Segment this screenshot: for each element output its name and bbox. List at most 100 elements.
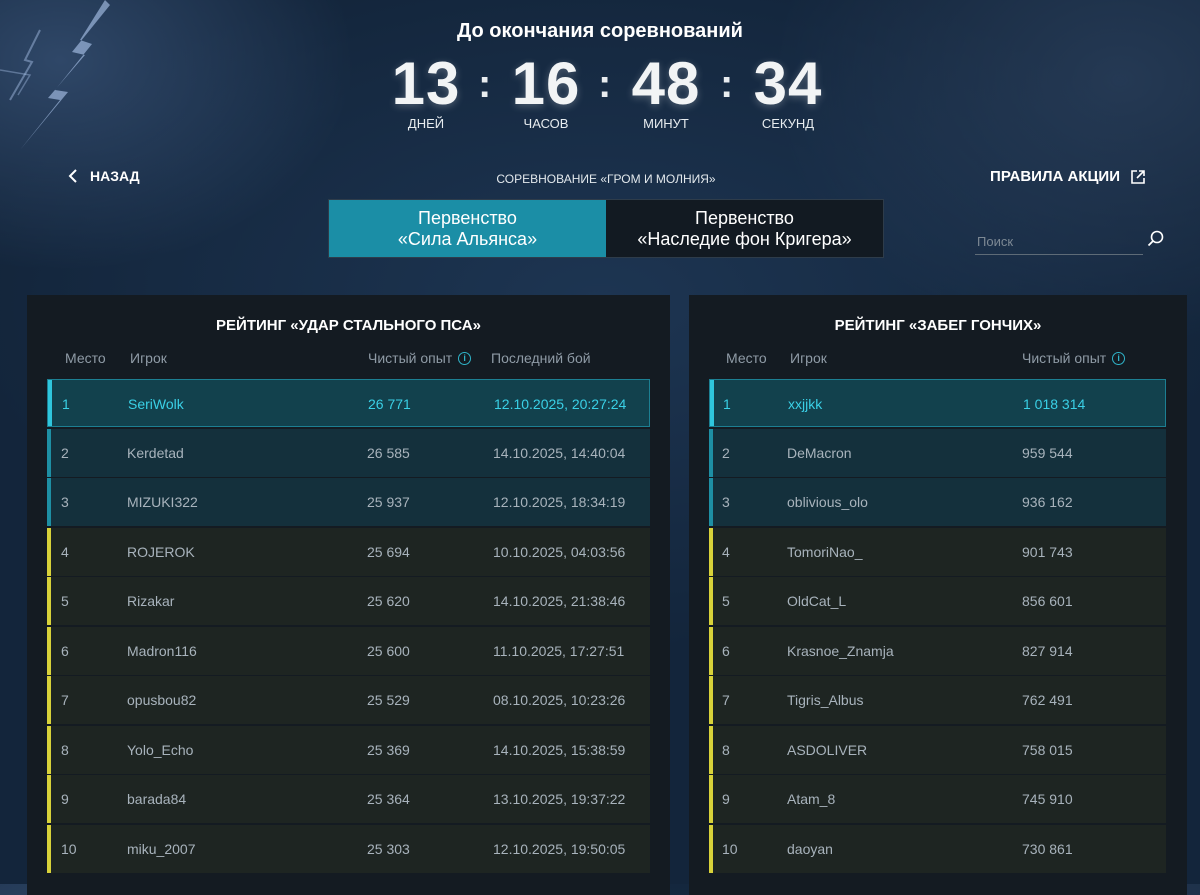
player-cell: DeMacron <box>787 444 852 461</box>
tab-line2: «Наследие фон Кригера» <box>637 228 852 249</box>
table-row[interactable]: 9 Atam_8 745 910 <box>709 775 1166 823</box>
minutes-value: 48 <box>631 50 701 117</box>
place-cell: 2 <box>722 444 730 461</box>
countdown-seconds: 34 СЕКУНД <box>742 52 834 132</box>
player-cell: daoyan <box>787 840 833 857</box>
tab-alliance-strength[interactable]: Первенство «Сила Альянса» <box>329 200 606 257</box>
xp-cell: 25 937 <box>367 494 410 510</box>
table-row[interactable]: 4 TomoriNao_ 901 743 <box>709 527 1166 576</box>
rank-indicator <box>47 577 51 625</box>
xp-cell: 758 015 <box>1022 741 1073 758</box>
xp-cell: 26 771 <box>368 396 411 412</box>
table-row[interactable]: 6 Krasnoe_Znamja 827 914 <box>709 626 1166 675</box>
header-last-battle: Последний бой <box>491 350 591 366</box>
place-cell: 6 <box>61 642 69 659</box>
countdown-minutes: 48 МИНУТ <box>620 50 712 132</box>
last-battle-cell: 14.10.2025, 14:40:04 <box>493 444 626 461</box>
player-cell: xxjjkk <box>788 396 823 412</box>
header-xp: Чистый опыт i <box>1022 350 1126 366</box>
place-cell: 7 <box>722 692 730 708</box>
time-separator: : <box>478 62 492 106</box>
tab-line1: Первенство <box>418 207 517 228</box>
rules-link[interactable]: ПРАВИЛА АКЦИИ <box>990 168 1146 185</box>
place-cell: 9 <box>61 791 69 807</box>
last-battle-cell: 12.10.2025, 20:27:24 <box>494 396 627 412</box>
rank-indicator <box>709 478 713 526</box>
rank-indicator <box>47 478 51 526</box>
seconds-label: СЕКУНД <box>761 116 815 131</box>
rank-indicator <box>709 577 713 625</box>
rank-indicator <box>48 380 52 426</box>
place-cell: 8 <box>722 741 730 758</box>
table-row[interactable]: 6 Madron116 25 600 11.10.2025, 17:27:51 <box>47 626 650 675</box>
place-cell: 10 <box>61 840 77 857</box>
header-place: Место <box>65 350 106 366</box>
xp-cell: 745 910 <box>1022 791 1073 807</box>
table-row[interactable]: 2 DeMacron 959 544 <box>709 428 1166 477</box>
table-row[interactable]: 10 daoyan 730 861 <box>709 824 1166 873</box>
table-row[interactable]: 8 ASDOLIVER 758 015 <box>709 725 1166 774</box>
hours-label: ЧАСОВ <box>523 116 569 131</box>
xp-cell: 959 544 <box>1022 444 1073 461</box>
header-xp: Чистый опыт i <box>368 350 472 366</box>
table-row[interactable]: 5 OldCat_L 856 601 <box>709 577 1166 625</box>
rank-indicator <box>47 725 51 774</box>
rank-indicator <box>47 527 51 576</box>
xp-cell: 25 303 <box>367 840 410 857</box>
place-cell: 1 <box>62 396 70 412</box>
xp-cell: 25 620 <box>367 593 410 609</box>
external-link-icon <box>1131 169 1145 184</box>
search-icon[interactable] <box>1147 230 1165 248</box>
table-row[interactable]: 3 oblivious_olo 936 162 <box>709 478 1166 526</box>
place-cell: 4 <box>722 543 730 560</box>
info-icon[interactable]: i <box>1112 351 1126 365</box>
days-label: ДНЕЙ <box>407 116 445 131</box>
info-icon[interactable]: i <box>458 351 472 365</box>
xp-cell: 26 585 <box>367 444 410 461</box>
xp-cell: 762 491 <box>1022 692 1073 708</box>
table-row[interactable]: 7 opusbou82 25 529 08.10.2025, 10:23:26 <box>47 676 650 724</box>
time-separator: : <box>720 62 734 106</box>
table-row[interactable]: 7 Tigris_Albus 762 491 <box>709 676 1166 724</box>
table-row[interactable]: 3 MIZUKI322 25 937 12.10.2025, 18:34:19 <box>47 478 650 526</box>
player-cell: TomoriNao_ <box>787 543 863 560</box>
player-cell: Atam_8 <box>787 791 836 807</box>
rating-title: РЕЙТИНГ «УДАР СТАЛЬНОГО ПСА» <box>216 317 481 334</box>
place-cell: 1 <box>723 396 731 412</box>
table-row[interactable]: 1 xxjjkk 1 018 314 <box>709 379 1166 427</box>
table-row[interactable]: 1 SeriWolk 26 771 12.10.2025, 20:27:24 <box>47 379 650 427</box>
rank-indicator <box>47 775 51 823</box>
player-cell: ASDOLIVER <box>787 741 868 758</box>
search-input[interactable] <box>975 228 1143 255</box>
table-row[interactable]: 9 barada84 25 364 13.10.2025, 19:37:22 <box>47 775 650 823</box>
last-battle-cell: 13.10.2025, 19:37:22 <box>493 791 626 807</box>
countdown-hours: 16 ЧАСОВ <box>500 52 592 132</box>
player-cell: ROJEROK <box>127 543 195 560</box>
tab-line1: Первенство <box>695 207 794 228</box>
table-row[interactable]: 8 Yolo_Echo 25 369 14.10.2025, 15:38:59 <box>47 725 650 774</box>
table-row[interactable]: 4 ROJEROK 25 694 10.10.2025, 04:03:56 <box>47 527 650 576</box>
rules-label: ПРАВИЛА АКЦИИ <box>990 168 1120 185</box>
player-cell: Krasnoe_Znamja <box>787 642 894 659</box>
time-separator: : <box>598 62 612 106</box>
player-cell: OldCat_L <box>787 593 847 609</box>
xp-cell: 827 914 <box>1022 642 1073 659</box>
rank-indicator <box>47 626 51 675</box>
countdown-days: 13 ДНЕЙ <box>380 52 472 132</box>
place-cell: 4 <box>61 543 69 560</box>
search-box <box>975 228 1165 256</box>
table-row[interactable]: 10 miku_2007 25 303 12.10.2025, 19:50:05 <box>47 824 650 873</box>
rank-indicator <box>47 824 51 873</box>
place-cell: 2 <box>61 444 69 461</box>
rating-title: РЕЙТИНГ «ЗАБЕГ ГОНЧИХ» <box>834 317 1042 334</box>
table-row[interactable]: 2 Kerdetad 26 585 14.10.2025, 14:40:04 <box>47 428 650 477</box>
last-battle-cell: 11.10.2025, 17:27:51 <box>493 642 625 659</box>
tab-von-krieger-legacy[interactable]: Первенство «Наследие фон Кригера» <box>606 200 883 257</box>
last-battle-cell: 12.10.2025, 19:50:05 <box>493 840 626 857</box>
place-cell: 8 <box>61 741 69 758</box>
player-cell: opusbou82 <box>127 692 197 708</box>
place-cell: 3 <box>722 494 730 510</box>
table-row[interactable]: 5 Rizakar 25 620 14.10.2025, 21:38:46 <box>47 577 650 625</box>
xp-cell: 25 369 <box>367 741 410 758</box>
tab-line2: «Сила Альянса» <box>397 228 538 249</box>
